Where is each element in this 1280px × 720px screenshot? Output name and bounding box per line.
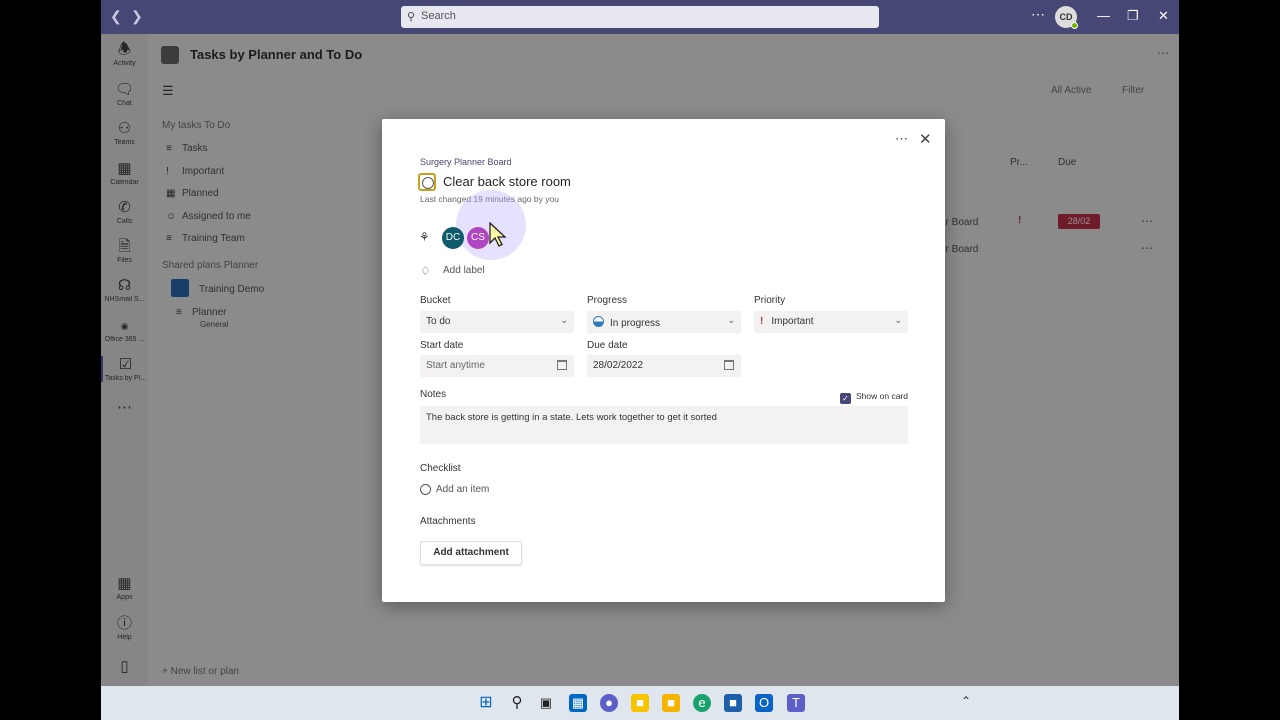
store-icon[interactable]: ■ <box>724 694 742 712</box>
tag-icon[interactable]: ♢ <box>420 264 431 278</box>
calendar-icon <box>724 360 734 370</box>
back-arrow-icon[interactable]: ❮ <box>110 8 122 25</box>
notes-textarea[interactable]: The back store is getting in a state. Le… <box>420 406 908 444</box>
teams-chat-icon[interactable]: ● <box>600 694 618 712</box>
start-date-label: Start date <box>420 340 464 351</box>
close-icon[interactable]: ✕ <box>919 130 932 148</box>
task-title-input[interactable]: Clear back store room <box>443 174 571 189</box>
notes-label: Notes <box>420 389 447 400</box>
add-checklist-item-input[interactable]: Add an item <box>436 484 489 495</box>
progress-value: In progress <box>610 318 661 329</box>
chevron-down-icon: ⌄ <box>727 315 735 325</box>
priority-select[interactable]: ! Important ⌄ <box>754 311 908 333</box>
search-input[interactable]: ⚲ Search <box>401 6 879 28</box>
calendar-icon <box>557 360 567 370</box>
widgets-icon[interactable]: ▦ <box>569 694 587 712</box>
assignee-avatar[interactable]: DC <box>442 227 464 249</box>
search-placeholder: Search <box>421 10 456 22</box>
add-attachment-button[interactable]: Add attachment <box>420 541 522 565</box>
attachments-heading: Attachments <box>420 516 476 527</box>
task-details-dialog: ⋯ ✕ Surgery Planner Board Clear back sto… <box>382 119 945 602</box>
in-progress-icon <box>593 316 604 327</box>
outlook-icon[interactable]: O <box>755 694 773 712</box>
plan-name[interactable]: Surgery Planner Board <box>420 157 512 167</box>
chevron-down-icon: ⌄ <box>894 315 902 325</box>
add-label-button[interactable]: Add label <box>443 265 485 276</box>
chevron-up-icon[interactable]: ⌃ <box>961 694 971 708</box>
complete-task-checkbox[interactable] <box>418 173 436 191</box>
progress-select[interactable]: In progress ⌄ <box>587 311 741 333</box>
checklist-item-circle-icon[interactable] <box>420 484 431 495</box>
important-icon: ! <box>760 316 764 327</box>
priority-label: Priority <box>754 295 786 306</box>
checklist-heading: Checklist <box>420 463 461 474</box>
avatar-initials: CD <box>1059 12 1073 22</box>
start-date-value: Start anytime <box>426 360 485 371</box>
assignee-avatar[interactable]: CS <box>467 227 489 249</box>
forward-arrow-icon[interactable]: ❯ <box>131 8 143 25</box>
search-icon: ⚲ <box>407 11 416 23</box>
teams-icon[interactable]: T <box>787 694 805 712</box>
bucket-select[interactable]: To do ⌄ <box>420 311 574 333</box>
edge-browser-icon[interactable]: e <box>693 694 711 712</box>
file-explorer-icon[interactable]: ■ <box>662 694 680 712</box>
title-bar: ❮ ❯ ⚲ Search ⋯ CD — ❐ ✕ <box>101 0 1179 34</box>
progress-label: Progress <box>587 295 628 306</box>
checkmark-icon: ✓ <box>840 393 851 404</box>
restore-icon[interactable]: ❐ <box>1127 8 1139 24</box>
presence-available-icon <box>1071 22 1078 29</box>
show-on-card-checkbox[interactable]: ✓ Show on card <box>840 391 908 404</box>
close-window-icon[interactable]: ✕ <box>1158 8 1169 24</box>
due-date-label: Due date <box>587 340 628 351</box>
start-date-input[interactable]: Start anytime <box>420 355 574 377</box>
chevron-down-icon: ⌄ <box>560 315 568 325</box>
task-view-icon[interactable]: ▣ <box>537 694 555 712</box>
due-date-input[interactable]: 28/02/2022 <box>587 355 741 377</box>
windows-start-icon[interactable]: ⊞ <box>477 694 495 712</box>
mouse-cursor-icon <box>489 222 507 247</box>
profile-avatar[interactable]: CD <box>1055 6 1078 29</box>
windows-taskbar: ⊞ ⚲ ▣ ▦ ● ■ ■ e ■ O T ⌃ <box>101 686 1179 720</box>
assign-person-icon[interactable]: ⚘ <box>419 230 430 244</box>
show-on-card-label: Show on card <box>856 391 908 401</box>
bucket-label: Bucket <box>420 295 451 306</box>
bucket-value: To do <box>426 316 451 327</box>
minimize-icon[interactable]: — <box>1097 8 1110 23</box>
sticky-notes-icon[interactable]: ■ <box>631 694 649 712</box>
due-date-value: 28/02/2022 <box>593 360 644 371</box>
priority-value: Important <box>771 316 814 327</box>
more-options-icon[interactable]: ⋯ <box>1031 6 1045 23</box>
search-icon[interactable]: ⚲ <box>508 694 526 712</box>
more-options-icon[interactable]: ⋯ <box>895 131 908 147</box>
